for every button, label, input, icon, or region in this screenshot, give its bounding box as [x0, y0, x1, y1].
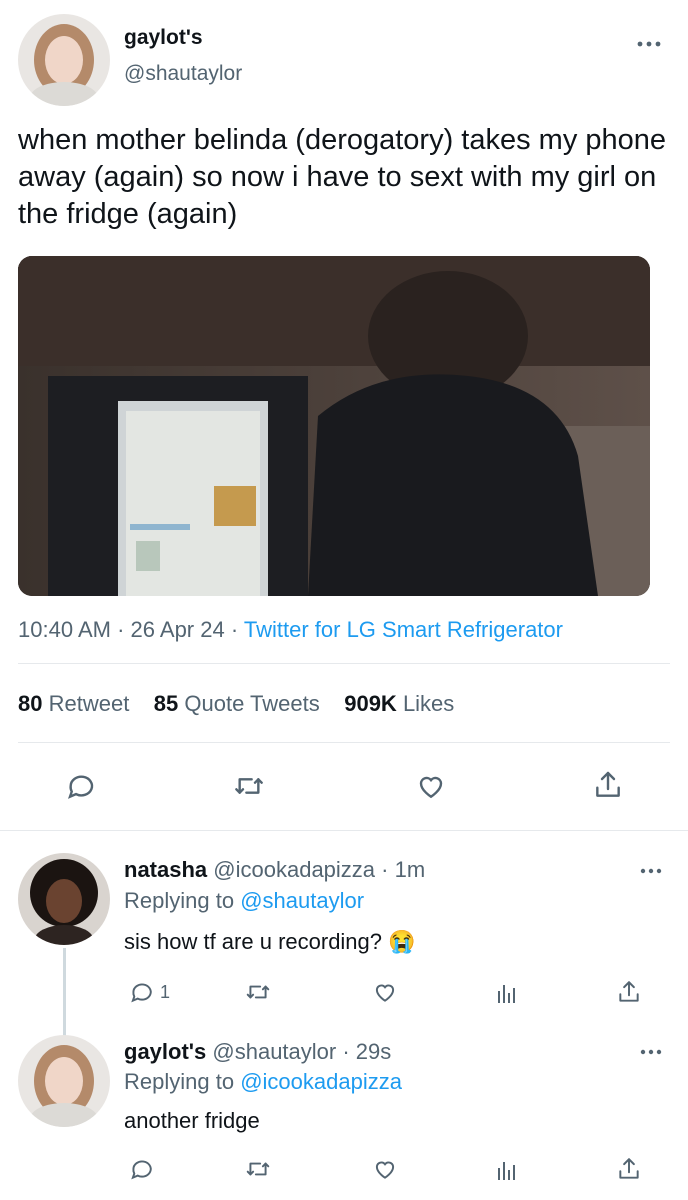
- quote-label: Quote Tweets: [184, 691, 320, 716]
- divider: [18, 742, 670, 743]
- reply-text: another fridge: [124, 1108, 260, 1133]
- reply-header: natasha @icookadapizza · 1m: [124, 857, 425, 883]
- replying-to-handle[interactable]: @shautaylor: [240, 888, 364, 913]
- replying-prefix: Replying to: [124, 1069, 235, 1094]
- retweet-count: 80: [18, 691, 43, 716]
- replying-to: Replying to @icookadapizza: [124, 1069, 402, 1095]
- reply-header: gaylot's @shautaylor · 29s: [124, 1039, 391, 1065]
- share-icon[interactable]: [616, 1155, 642, 1183]
- reply-display-name[interactable]: gaylot's: [124, 1039, 206, 1064]
- replying-to-handle[interactable]: @icookadapizza: [240, 1069, 402, 1094]
- divider: [0, 830, 688, 831]
- replying-prefix: Replying to: [124, 888, 235, 913]
- reply-text: sis how tf are u recording? 😭: [124, 929, 416, 954]
- reply-handle[interactable]: @shautaylor: [212, 1039, 336, 1064]
- like-icon[interactable]: [415, 770, 447, 802]
- reply-time: · 29s: [342, 1039, 392, 1064]
- reply-icon[interactable]: [128, 1156, 154, 1182]
- author-display-name[interactable]: gaylot's: [124, 26, 203, 50]
- likes-stat[interactable]: 909K Likes: [344, 691, 454, 716]
- more-icon[interactable]: [640, 866, 662, 876]
- retweet-icon[interactable]: [244, 979, 272, 1005]
- tweet-text: when mother belinda (derogatory) takes m…: [18, 124, 667, 230]
- likes-count: 909K: [344, 691, 397, 716]
- meta-separator: ·: [117, 617, 125, 642]
- tweet-time: 10:40 AM: [18, 617, 111, 642]
- retweet-icon[interactable]: [244, 1156, 272, 1182]
- retweet-icon[interactable]: [232, 770, 266, 802]
- like-icon[interactable]: [372, 1156, 398, 1182]
- share-icon[interactable]: [592, 768, 624, 802]
- reply-avatar[interactable]: [18, 1035, 110, 1127]
- tweet-source[interactable]: Twitter for LG Smart Refrigerator: [244, 617, 563, 642]
- author-handle[interactable]: @shautaylor: [124, 62, 242, 86]
- tweet-meta: 10:40 AM · 26 Apr 24 · Twitter for LG Sm…: [18, 617, 563, 643]
- reply-count: 1: [160, 982, 171, 1002]
- quote-stat[interactable]: 85 Quote Tweets: [154, 691, 326, 716]
- reply-display-name[interactable]: natasha: [124, 857, 207, 882]
- author-avatar[interactable]: [18, 14, 110, 106]
- reply-icon[interactable]: [128, 979, 154, 1005]
- meta-separator: ·: [230, 617, 239, 642]
- reply-avatar[interactable]: [18, 853, 110, 945]
- like-icon[interactable]: [372, 979, 398, 1005]
- reply-handle[interactable]: @icookadapizza: [213, 857, 375, 882]
- more-icon[interactable]: [636, 38, 662, 50]
- reply-time: · 1m: [381, 857, 426, 882]
- more-icon[interactable]: [640, 1047, 662, 1057]
- retweet-label: Retweet: [48, 691, 130, 716]
- divider: [18, 663, 670, 664]
- analytics-icon[interactable]: [495, 1156, 519, 1182]
- tweet-stats: 80 Retweet 85 Quote Tweets 909K Likes: [18, 691, 454, 717]
- replying-to: Replying to @shautaylor: [124, 888, 364, 914]
- tweet-date: 26 Apr 24: [130, 617, 225, 642]
- thread-line: [63, 948, 66, 1036]
- tweet-media[interactable]: [18, 256, 650, 596]
- share-icon[interactable]: [616, 978, 642, 1006]
- quote-count: 85: [153, 691, 179, 716]
- analytics-icon[interactable]: [495, 979, 519, 1005]
- reply-icon[interactable]: [64, 770, 96, 802]
- retweet-stat[interactable]: 80 Retweet: [18, 691, 135, 716]
- likes-label: Likes: [402, 691, 455, 716]
